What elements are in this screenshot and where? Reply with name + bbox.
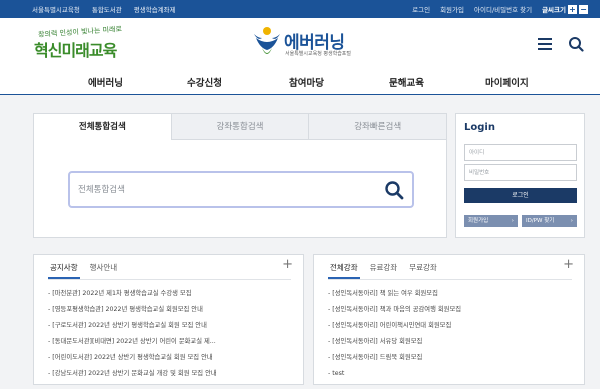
course-more-plus-icon[interactable]: + xyxy=(563,258,574,271)
search-submit-icon[interactable] xyxy=(384,180,404,200)
slogan-big-text: 혁신미래교육 xyxy=(34,41,117,60)
nav-item-literacy-education[interactable]: 문해교육 xyxy=(389,75,424,89)
list-item[interactable]: - test xyxy=(328,369,461,385)
notice-board: 공지사항 행사안내 + - [마천분관] 2022년 제1차 평생학습교실 수강… xyxy=(33,254,304,385)
tab-all-courses[interactable]: 전체강좌 xyxy=(328,262,360,279)
search-input[interactable] xyxy=(78,181,368,199)
font-size-label: 글씨크기 xyxy=(542,6,566,14)
list-item[interactable]: - [구로도서관] 2022년 상반기 평생학습교실 회원 모집 안내 xyxy=(48,321,217,337)
site-logo[interactable]: 에버러닝 서울특별시교육청 평생학습포털 xyxy=(252,26,372,62)
list-item[interactable]: - [어린이도서관] 2022년 상반기 평생학습교실 회원 모집 안내 xyxy=(48,353,217,369)
link-seoul-education-office[interactable]: 서울특별시교육청 xyxy=(32,4,80,14)
search-panel: 전체통합검색 강좌통합검색 강좌빠른검색 xyxy=(33,113,447,238)
tab-quick-course-search[interactable]: 강좌빠른검색 xyxy=(308,114,447,140)
top-find-account-link[interactable]: 아이디/비밀번호 찾기 xyxy=(474,4,532,14)
list-item[interactable]: - [성인독서동아리] 책과 마음의 공감여행 회원모집 xyxy=(328,305,461,321)
list-item[interactable]: - [성인독서동아리] 책 읽는 여우 회원모집 xyxy=(328,289,461,305)
list-item[interactable]: - [성인독서동아리] 서유당 회원모집 xyxy=(328,337,461,353)
tab-events[interactable]: 행사안내 xyxy=(88,262,120,279)
list-item[interactable]: - [동대문도서관][비대면] 2022년 상반기 어린이 문화교실 제... xyxy=(48,337,217,353)
header-search-icon[interactable] xyxy=(568,36,584,52)
tab-paid-courses[interactable]: 유료강좌 xyxy=(368,262,400,279)
join-button[interactable]: 회원가입 › xyxy=(464,215,518,227)
tab-integrated-search[interactable]: 전체통합검색 xyxy=(34,114,171,140)
course-list: - [성인독서동아리] 책 읽는 여우 회원모집 - [성인독서동아리] 책과 … xyxy=(328,289,461,385)
font-size-increase-button[interactable]: + xyxy=(568,4,577,14)
top-join-link[interactable]: 회원가입 xyxy=(440,4,464,14)
site-header: 창의력 인성이 빛나는 미래로 혁신미래교육 에버러닝 서울특별시교육청 평생학… xyxy=(0,18,600,68)
top-login-link[interactable]: 로그인 xyxy=(412,4,430,14)
list-item[interactable]: - [영등포평생학습관] 2022년 평생학습교실 회원모집 안내 xyxy=(48,305,217,321)
nav-item-participation[interactable]: 참여마당 xyxy=(289,75,324,89)
find-id-pw-label: ID/PW 찾기 xyxy=(526,218,555,224)
tab-notices[interactable]: 공지사항 xyxy=(48,262,80,279)
search-box xyxy=(68,171,414,208)
menu-hamburger-icon[interactable] xyxy=(538,38,552,50)
password-field[interactable] xyxy=(464,164,577,181)
chevron-right-icon: › xyxy=(570,218,573,224)
notice-list: - [마천분관] 2022년 제1차 평생학습교실 수강생 모집 - [영등포평… xyxy=(48,289,217,385)
list-item[interactable]: - [강남도서관] 2022년 상반기 문화교실 개강 및 회원 모집 안내 xyxy=(48,369,217,385)
main-navigation: 에버러닝 수강신청 참여마당 문해교육 마이페이지 xyxy=(0,68,600,95)
slogan-logo[interactable]: 창의력 인성이 빛나는 미래로 혁신미래교육 xyxy=(30,25,122,61)
nav-item-everlearning[interactable]: 에버러닝 xyxy=(88,75,123,89)
id-field[interactable] xyxy=(464,144,577,161)
list-item[interactable]: - [성인독서동아리] 어린이책시민연대 회원모집 xyxy=(328,321,461,337)
everlearning-emblem-icon xyxy=(254,27,280,54)
list-item[interactable]: - [마천분관] 2022년 제1차 평생학습교실 수강생 모집 xyxy=(48,289,217,305)
tab-course-search[interactable]: 강좌통합검색 xyxy=(170,114,309,140)
board-divider xyxy=(328,279,572,280)
nav-item-mypage[interactable]: 마이페이지 xyxy=(485,75,529,89)
join-button-label: 회원가입 xyxy=(468,218,489,224)
login-button[interactable]: 로그인 xyxy=(464,188,577,203)
top-utility-bar: 서울특별시교육청 통합도서관 평생학습계좌제 로그인 회원가입 아이디/비밀번호… xyxy=(0,0,600,18)
login-title: Login xyxy=(464,122,495,133)
font-size-control: 글씨크기 + − xyxy=(542,4,588,14)
notice-board-tabs: 공지사항 행사안내 xyxy=(48,262,119,279)
list-item[interactable]: - [성인독서동아리] 드림북 회원모집 xyxy=(328,353,461,369)
tab-free-courses[interactable]: 무료강좌 xyxy=(407,262,439,279)
font-size-decrease-button[interactable]: − xyxy=(579,4,588,14)
logo-subtitle: 서울특별시교육청 평생학습포털 xyxy=(285,51,351,57)
search-tabs: 전체통합검색 강좌통합검색 강좌빠른검색 xyxy=(34,114,447,140)
chevron-right-icon: › xyxy=(511,218,514,224)
find-id-pw-button[interactable]: ID/PW 찾기 › xyxy=(522,215,577,227)
nav-item-course-registration[interactable]: 수강신청 xyxy=(187,75,222,89)
course-board: 전체강좌 유료강좌 무료강좌 + - [성인독서동아리] 책 읽는 여우 회원모… xyxy=(313,254,585,385)
link-lifelong-learning-account[interactable]: 평생학습계좌제 xyxy=(134,4,176,14)
course-board-tabs: 전체강좌 유료강좌 무료강좌 xyxy=(328,262,439,279)
notice-more-plus-icon[interactable]: + xyxy=(282,258,293,271)
login-panel: Login 로그인 회원가입 › ID/PW 찾기 › xyxy=(455,113,585,238)
board-divider xyxy=(48,279,291,280)
link-integrated-library[interactable]: 통합도서관 xyxy=(92,4,122,14)
